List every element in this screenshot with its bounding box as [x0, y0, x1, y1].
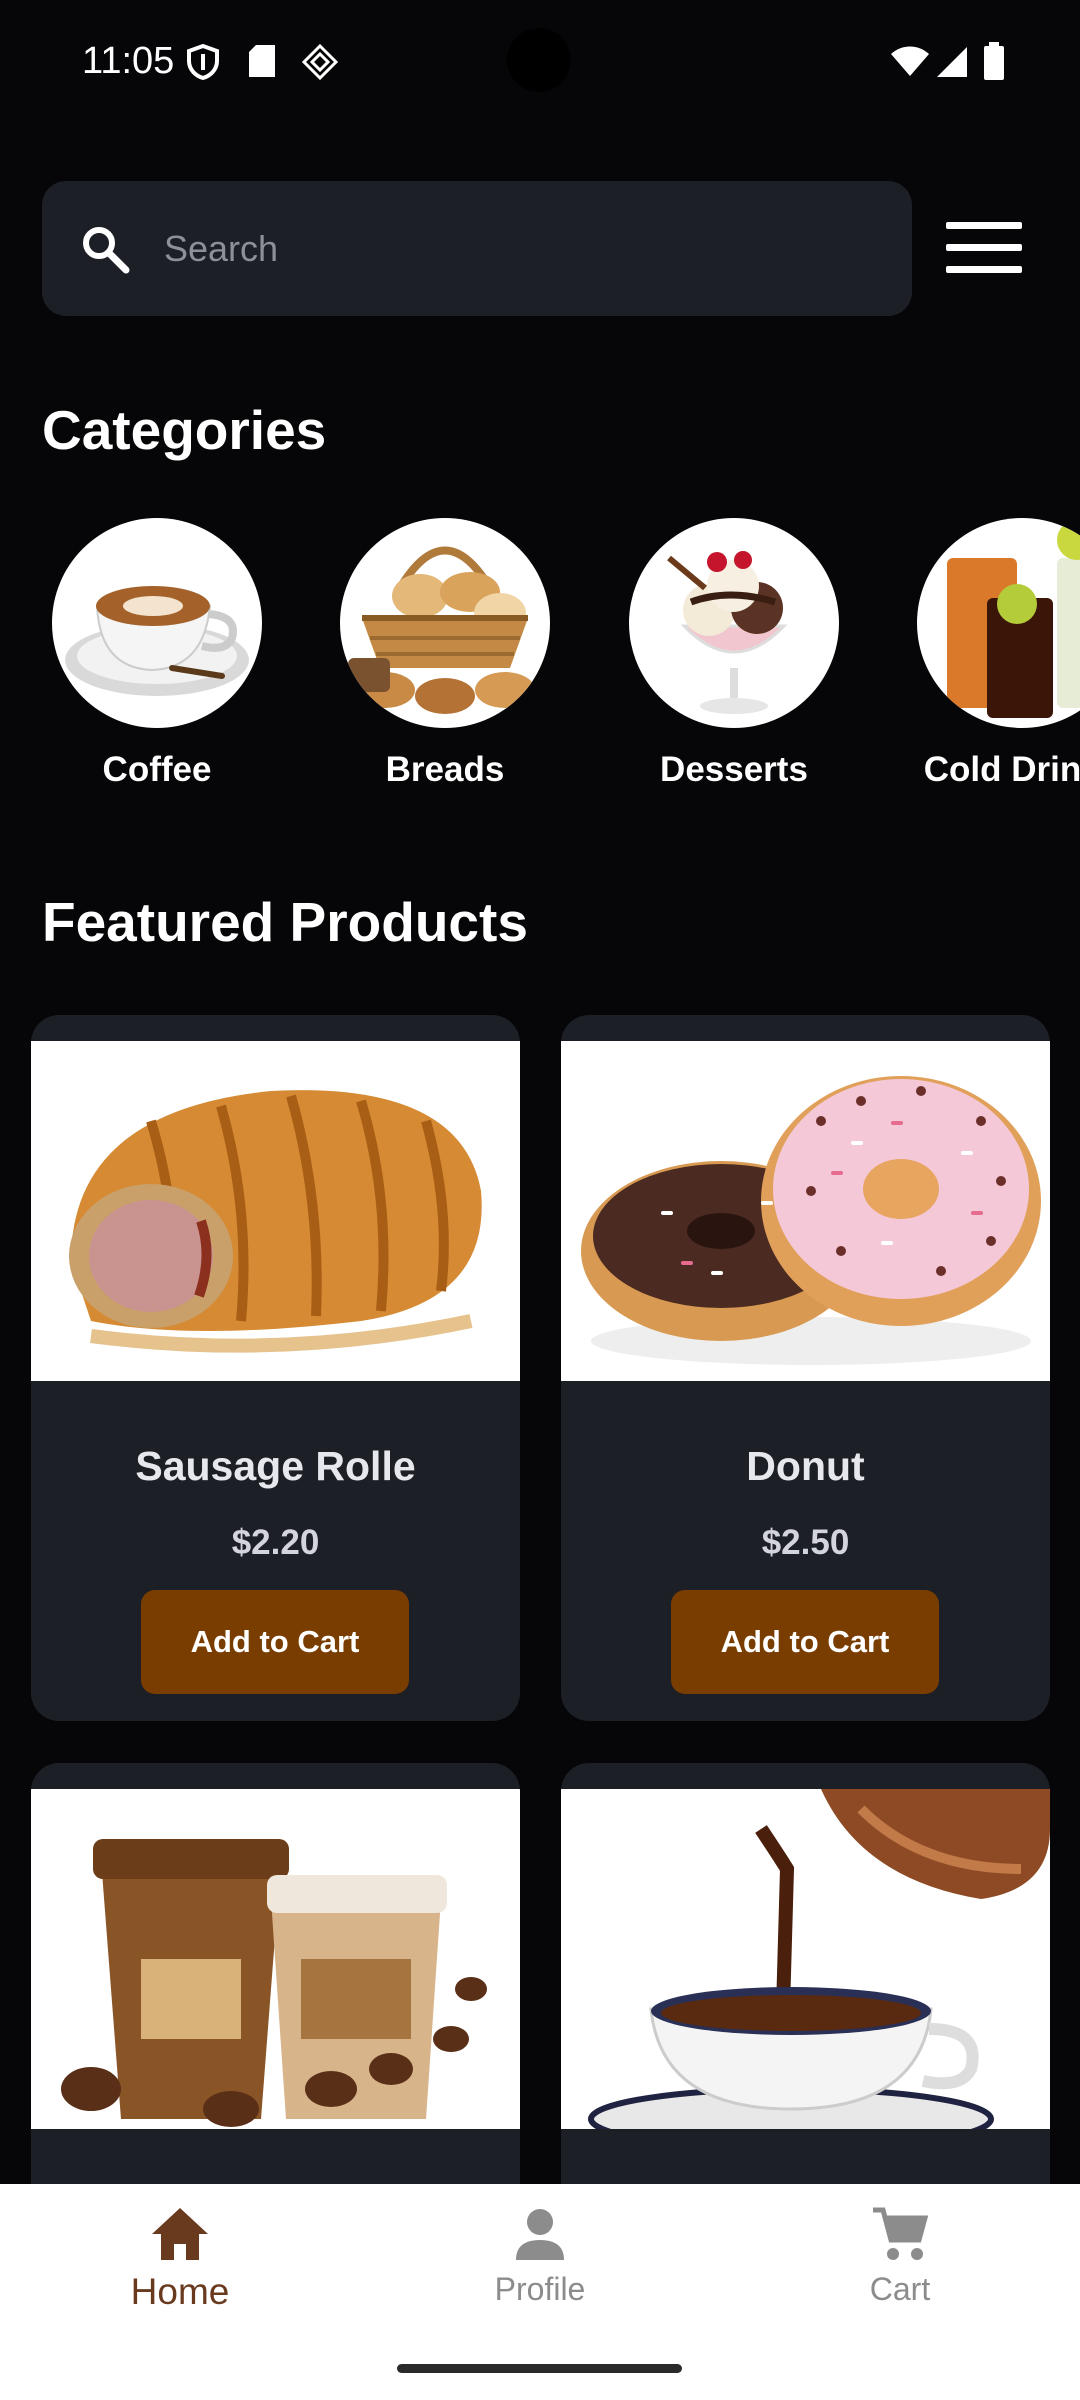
- categories-title: Categories: [42, 399, 327, 461]
- status-bar: 11:05: [0, 0, 1080, 128]
- menu-icon[interactable]: [944, 218, 1024, 278]
- product-card[interactable]: Donut $2.50 Add to Cart: [561, 1015, 1050, 1721]
- iced-coffee-image: [31, 1789, 520, 2129]
- signal-icon: [937, 47, 967, 77]
- product-price: $2.20: [231, 1523, 320, 1562]
- nav-cart[interactable]: Cart: [800, 2206, 1000, 2308]
- donut-image: [561, 1041, 1050, 1381]
- battery-icon: [984, 42, 1004, 80]
- product-name: Sausage Rolle: [135, 1443, 416, 1489]
- person-icon: [516, 2209, 564, 2260]
- category-cold-drinks[interactable]: Cold Drinks: [912, 518, 1080, 790]
- category-breads[interactable]: Breads: [335, 518, 555, 790]
- nav-label: Home: [130, 2271, 230, 2312]
- diamond-icon: [302, 44, 338, 80]
- nav-label: Profile: [494, 2271, 586, 2307]
- search-bar[interactable]: [42, 181, 912, 316]
- cold-drinks-icon: [917, 518, 1080, 728]
- ice-cream-icon: [629, 518, 839, 728]
- product-price: $2.50: [761, 1523, 850, 1562]
- featured-products-title: Featured Products: [42, 891, 528, 953]
- home-icon: [152, 2208, 208, 2260]
- category-coffee[interactable]: Coffee: [47, 518, 267, 790]
- camera-cutout: [507, 28, 571, 92]
- categories-row[interactable]: Coffee Breads Desserts Cold Drin: [0, 518, 1080, 808]
- nav-home[interactable]: Home: [80, 2206, 280, 2313]
- category-label: Breads: [385, 750, 505, 789]
- category-label: Cold Drinks: [923, 750, 1080, 789]
- status-time: 11:05: [82, 40, 175, 82]
- gesture-handle[interactable]: [397, 2364, 682, 2373]
- product-card[interactable]: Sausage Rolle $2.20 Add to Cart: [31, 1015, 520, 1721]
- search-icon: [83, 226, 130, 273]
- category-label: Desserts: [660, 750, 808, 789]
- product-name: Donut: [746, 1443, 865, 1489]
- category-label: Coffee: [102, 750, 212, 789]
- bread-basket-icon: [340, 518, 550, 728]
- search-input[interactable]: [164, 227, 804, 270]
- sd-card-icon: [249, 45, 275, 77]
- nav-profile[interactable]: Profile: [440, 2206, 640, 2308]
- coffee-cup-icon: [52, 518, 262, 728]
- cart-icon: [873, 2207, 929, 2260]
- sausage-roll-image: [31, 1041, 520, 1381]
- category-desserts[interactable]: Desserts: [624, 518, 844, 790]
- add-to-cart-button[interactable]: Add to Cart: [141, 1590, 409, 1694]
- shield-icon: [187, 44, 219, 80]
- turkish-coffee-image: [561, 1789, 1050, 2129]
- nav-label: Cart: [869, 2271, 931, 2307]
- wifi-icon: [891, 46, 929, 76]
- add-to-cart-button[interactable]: Add to Cart: [671, 1590, 939, 1694]
